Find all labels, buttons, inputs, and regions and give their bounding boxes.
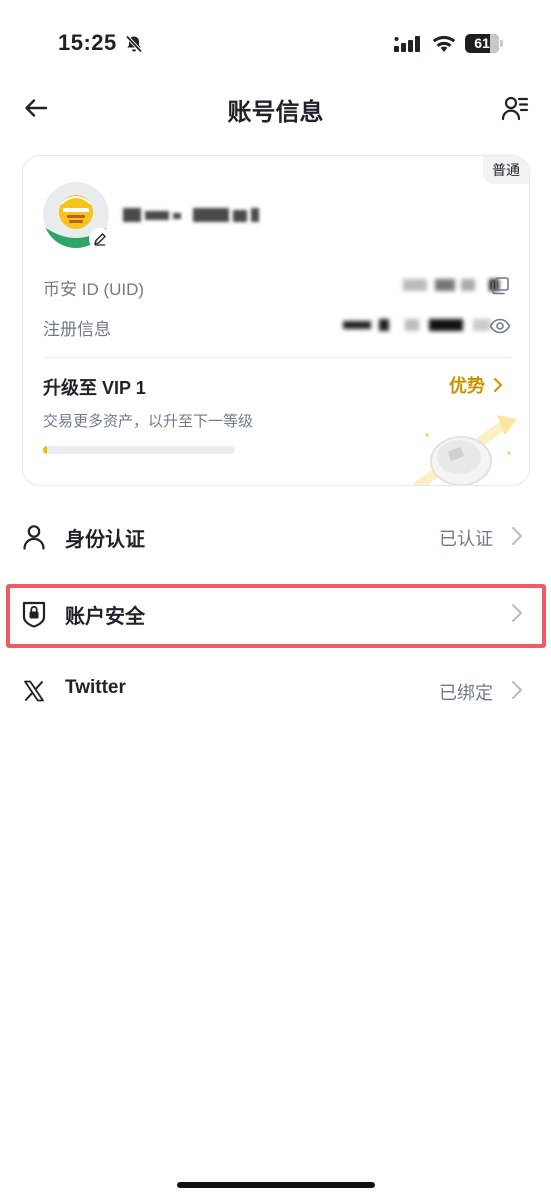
copy-icon (492, 277, 509, 295)
username-redacted (123, 204, 263, 226)
chevron-right-icon (512, 681, 522, 699)
bell-muted-icon (125, 35, 143, 53)
pencil-icon (94, 233, 106, 246)
vip-progress-bar (43, 446, 235, 454)
chevron-right-icon (512, 604, 522, 622)
status-time: 15:25 (58, 30, 117, 55)
card-divider (43, 357, 511, 358)
user-list-icon (501, 96, 529, 121)
eye-icon (489, 318, 511, 334)
edit-avatar-button[interactable] (89, 228, 111, 250)
coin-illustration (414, 415, 517, 485)
shield-lock-icon (20, 600, 48, 628)
x-logo-icon (20, 677, 48, 705)
status-bar: 15:25 61 (0, 0, 551, 80)
registration-label: 注册信息 (43, 320, 111, 339)
twitter-status: 已绑定 (439, 683, 493, 703)
profile-menu-button[interactable] (497, 90, 533, 126)
wifi-icon (432, 35, 456, 52)
account-security-label: 账户安全 (65, 606, 145, 628)
twitter-label: Twitter (65, 677, 126, 698)
vip-upgrade-title: 升级至 VIP 1 (43, 378, 146, 398)
tier-badge: 普通 (483, 156, 529, 184)
uid-row: 币安 ID (UID) (43, 271, 511, 299)
vip-progress-fill (43, 446, 47, 454)
uid-label: 币安 ID (UID) (43, 280, 145, 299)
toggle-visibility-button[interactable] (489, 315, 511, 337)
home-indicator (177, 1182, 375, 1188)
chevron-right-icon (494, 378, 502, 392)
vip-description: 交易更多资产，以升至下一等级 (43, 413, 254, 430)
nav-bar: 账号信息 (0, 80, 551, 136)
signal-icon (394, 36, 420, 52)
copy-uid-button[interactable] (489, 275, 511, 297)
battery-level: 61 (474, 35, 490, 51)
person-icon (20, 523, 48, 551)
identity-verification-row[interactable]: 身份认证 已认证 (0, 506, 551, 566)
identity-verification-status: 已认证 (439, 529, 493, 549)
registration-row: 注册信息 (43, 311, 511, 339)
vip-benefits-label: 优势 (449, 376, 485, 396)
account-security-row[interactable]: 账户安全 (0, 583, 551, 643)
battery-icon: 61 (465, 34, 503, 53)
account-card: 普通 币安 ID (UID) 注册信息 升级至 VIP 1 优势 交易更多资产，… (22, 155, 530, 486)
vip-benefits-link[interactable]: 优势 (449, 372, 503, 398)
identity-verification-label: 身份认证 (65, 529, 145, 551)
chevron-right-icon (512, 527, 522, 545)
twitter-row[interactable]: Twitter 已绑定 (0, 660, 551, 720)
page-title: 账号信息 (227, 99, 324, 126)
